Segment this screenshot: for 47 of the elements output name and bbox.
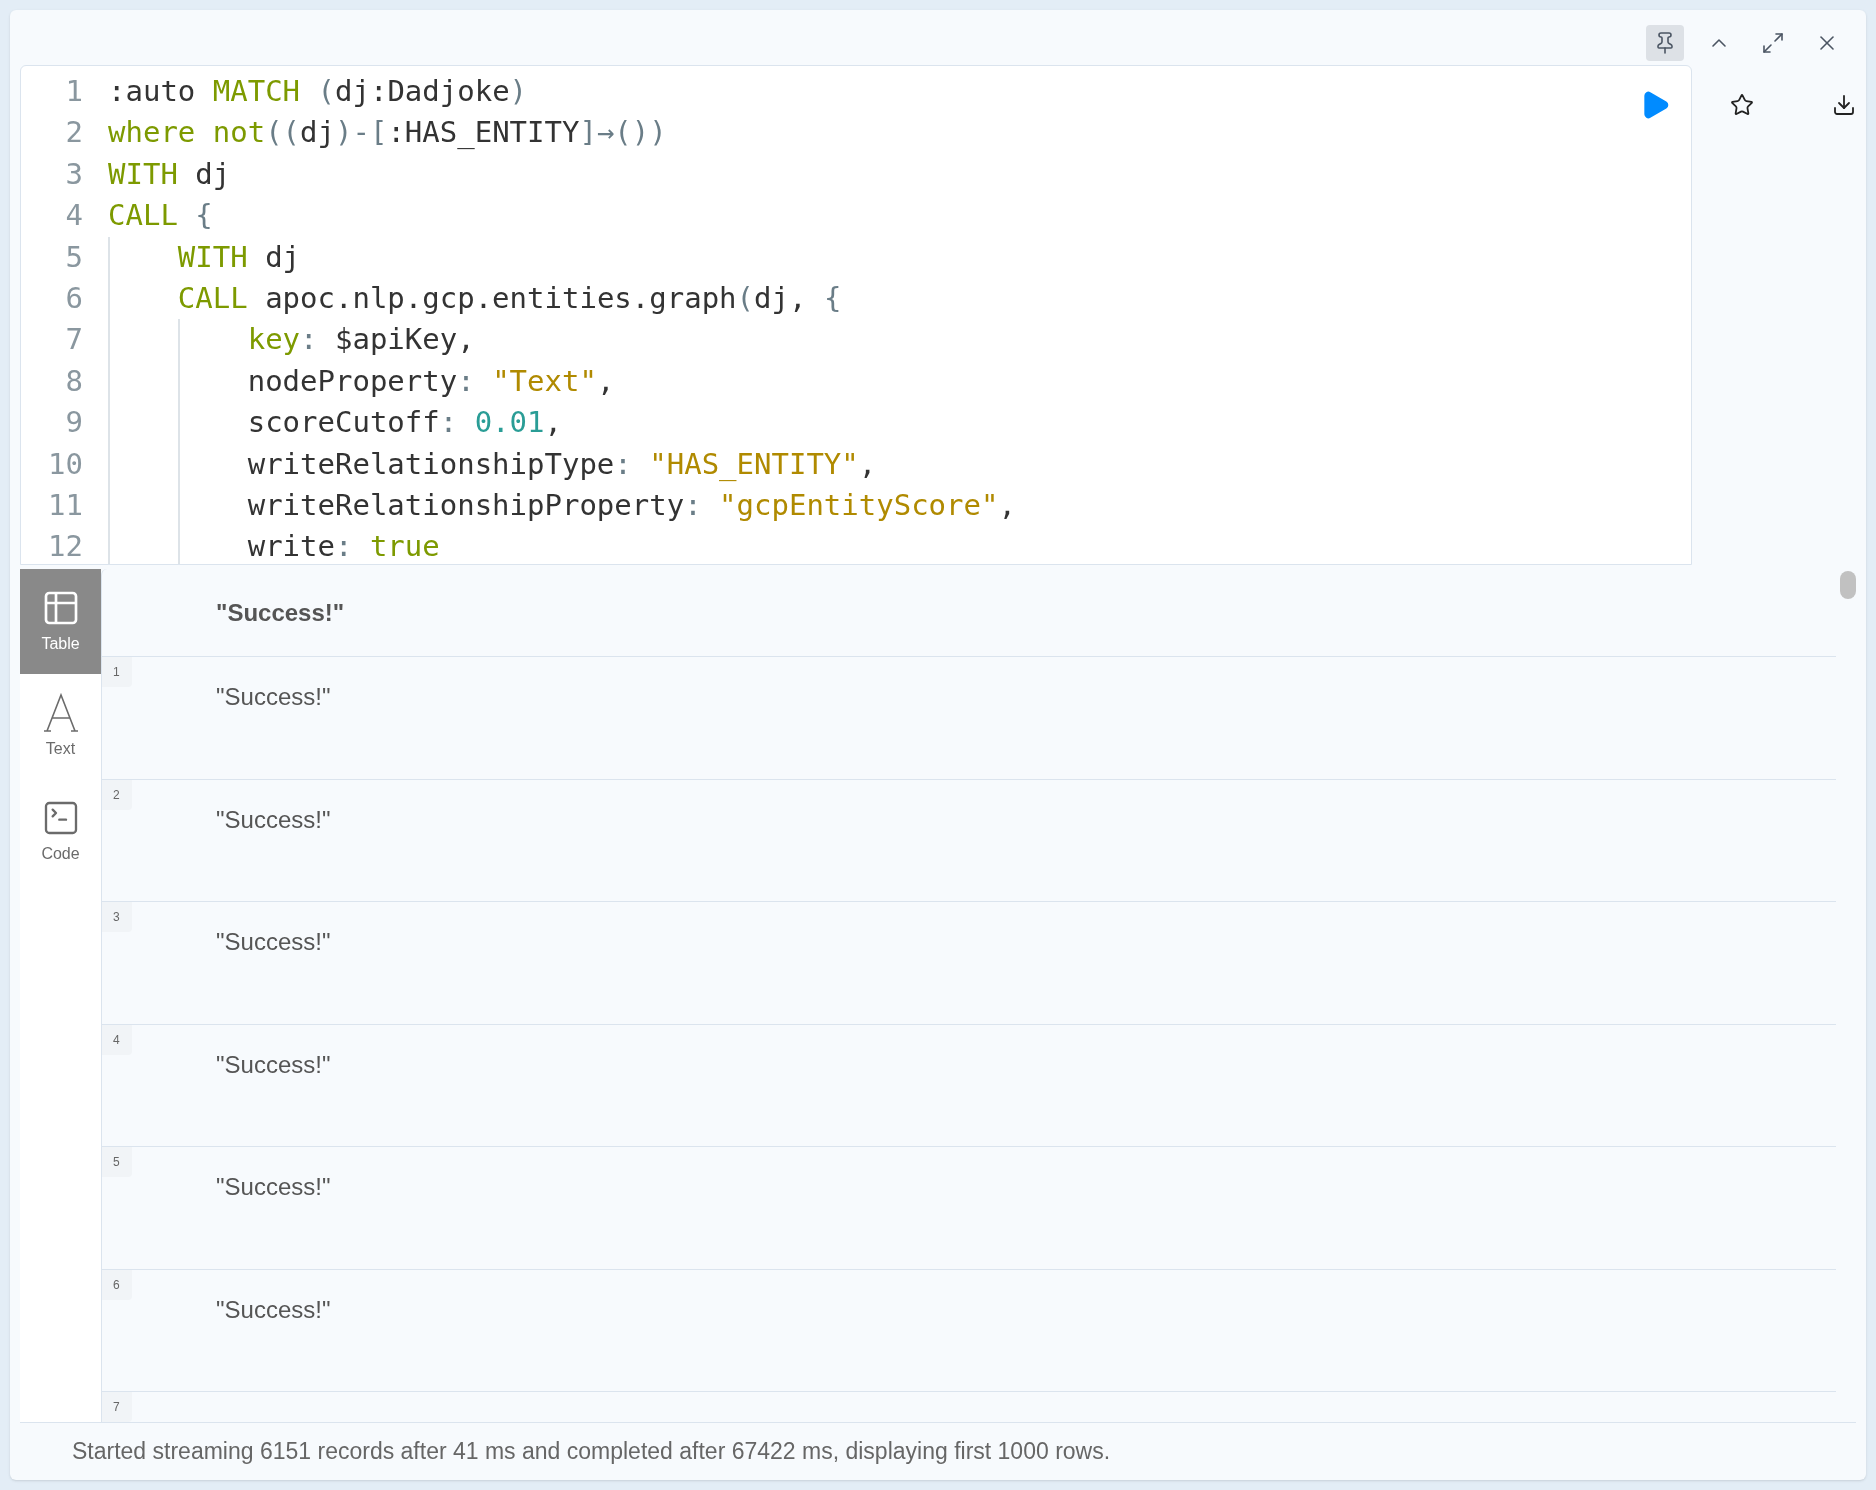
line-number: 3 bbox=[64, 155, 84, 193]
download-icon bbox=[1832, 93, 1856, 117]
status-message: Started streaming 6151 records after 41 ms and completed after 67422 ms, displaying first 1000 rows. bbox=[72, 1437, 1111, 1467]
pin-button[interactable] bbox=[1646, 25, 1684, 61]
line-number: 10 bbox=[47, 445, 84, 483]
code-line: nodeProperty: "Text", bbox=[246, 362, 615, 400]
line-number: 7 bbox=[64, 321, 84, 359]
expand-icon bbox=[1761, 31, 1785, 55]
code-line: writeRelationshipProperty: "gcpEntityScore", bbox=[246, 486, 1016, 524]
table-cell-text: "Success!" bbox=[216, 804, 331, 834]
row-number: 7 bbox=[102, 1392, 132, 1422]
row-number: 6 bbox=[102, 1269, 132, 1300]
view-tab[interactable]: Table bbox=[20, 569, 101, 674]
line-number: 2 bbox=[64, 114, 84, 152]
code-line: writeRelationshipType: "HAS_ENTITY", bbox=[246, 445, 877, 483]
row-number: 1 bbox=[102, 657, 132, 687]
code-line: :auto MATCH (dj:Dadjoke) bbox=[108, 73, 528, 110]
code-line: WITH dj bbox=[176, 238, 301, 276]
line-number: 12 bbox=[47, 528, 84, 564]
row-number: 3 bbox=[102, 902, 132, 932]
line-number: 9 bbox=[64, 404, 84, 442]
code-line: key: $apiKey, bbox=[246, 321, 475, 359]
line-number: 6 bbox=[64, 279, 84, 317]
letter-a-icon bbox=[43, 692, 78, 733]
row-number: 2 bbox=[102, 779, 132, 810]
table-cell-text: "Success!" bbox=[216, 1294, 331, 1324]
code-line: where not((dj)-[:HAS_ENTITY]→()) bbox=[108, 114, 667, 152]
scrollbar-thumb[interactable] bbox=[1840, 571, 1856, 599]
table-cell-text: "Success!" bbox=[216, 1049, 331, 1079]
line-number: 11 bbox=[47, 486, 84, 524]
line-number: 5 bbox=[64, 238, 84, 276]
table-cell-text: "Success!" bbox=[216, 1172, 331, 1201]
column-header: "Success!" bbox=[216, 597, 345, 628]
line-number: 4 bbox=[64, 197, 84, 235]
row-number: 4 bbox=[102, 1024, 132, 1055]
table-cell-text: "Success!" bbox=[216, 682, 331, 711]
line-number: 1 bbox=[64, 73, 84, 110]
code-line: CALL apoc.nlp.gcp.entities.graph(dj, { bbox=[176, 279, 842, 317]
code-line: CALL { bbox=[108, 197, 213, 235]
line-number: 8 bbox=[64, 362, 84, 400]
row-number: 5 bbox=[102, 1147, 132, 1177]
code-line: WITH dj bbox=[108, 155, 231, 193]
code-line: scoreCutoff: 0.01, bbox=[246, 404, 562, 442]
code-editor[interactable] bbox=[20, 65, 1692, 565]
table-cell-text: "Success!" bbox=[216, 927, 331, 956]
star-icon bbox=[1730, 93, 1754, 117]
code-line: write: true bbox=[246, 528, 440, 564]
